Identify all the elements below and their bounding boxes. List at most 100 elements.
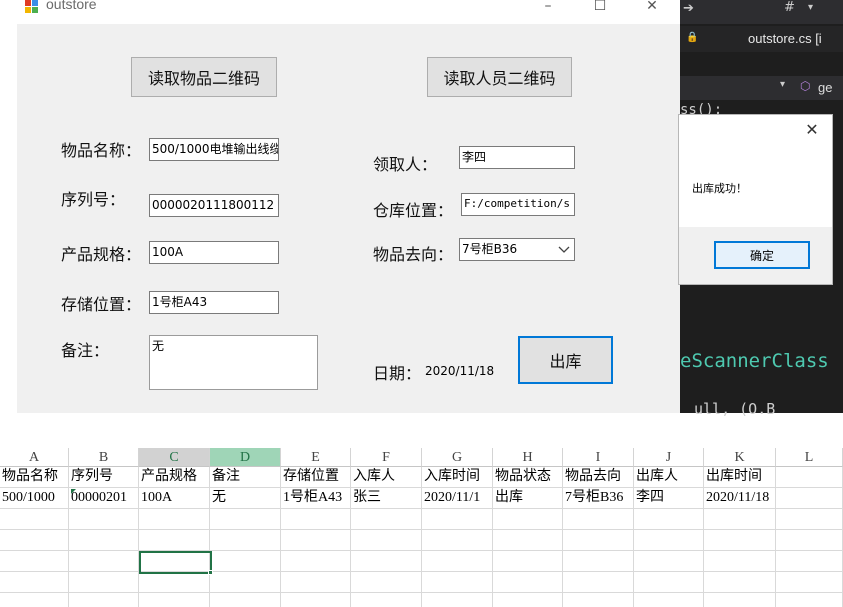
header-row-cell[interactable]: 备注 [210,467,281,488]
empty-cell[interactable] [776,572,843,593]
column-header-f[interactable]: F [351,448,422,467]
column-header-g[interactable]: G [422,448,493,467]
empty-cell[interactable] [281,530,351,551]
toolbar-dropdown-icon[interactable]: ▾ [808,2,813,13]
header-row-cell[interactable] [776,467,843,488]
empty-cell[interactable] [776,551,843,572]
empty-cell[interactable] [704,551,776,572]
data-row-cell[interactable] [776,488,843,509]
header-row-cell[interactable]: 出库人 [634,467,704,488]
header-row-cell[interactable]: 序列号 [69,467,139,488]
close-icon[interactable]: ✕ [804,120,820,139]
data-row-cell[interactable]: 00000201 [69,488,139,509]
header-row-cell[interactable]: 物品名称 [0,467,69,488]
empty-cell[interactable] [210,572,281,593]
empty-cell[interactable] [704,572,776,593]
column-header-h[interactable]: H [493,448,563,467]
serial-input[interactable]: 0000020111800112 [149,194,279,217]
spec-input[interactable]: 100A [149,241,279,264]
fill-handle[interactable] [208,570,213,575]
data-row-cell[interactable]: 1号柜A43 [281,488,351,509]
ide-nav-text[interactable]: ge [818,80,832,95]
empty-cell[interactable] [281,593,351,607]
empty-cell[interactable] [69,572,139,593]
minimize-button[interactable]: – [538,0,558,14]
empty-cell[interactable] [776,509,843,530]
header-row-cell[interactable]: 出库时间 [704,467,776,488]
empty-cell[interactable] [139,530,210,551]
data-row-cell[interactable]: 2020/11/1 [422,488,493,509]
column-header-a[interactable]: A [0,448,69,467]
empty-cell[interactable] [776,593,843,607]
active-cell[interactable] [139,551,212,574]
empty-cell[interactable] [493,572,563,593]
read-item-qr-button[interactable]: 读取物品二维码 [131,57,277,97]
empty-cell[interactable] [69,530,139,551]
empty-cell[interactable] [493,530,563,551]
empty-cell[interactable] [351,572,422,593]
empty-cell[interactable] [210,593,281,607]
data-row-cell[interactable]: 100A [139,488,210,509]
header-row-cell[interactable]: 入库人 [351,467,422,488]
column-header-k[interactable]: K [704,448,776,467]
chevron-down-icon[interactable] [558,246,570,254]
empty-cell[interactable] [281,551,351,572]
data-row-cell[interactable]: 张三 [351,488,422,509]
empty-cell[interactable] [493,509,563,530]
empty-cell[interactable] [422,572,493,593]
empty-cell[interactable] [139,572,210,593]
empty-cell[interactable] [0,551,69,572]
empty-cell[interactable] [281,572,351,593]
empty-cell[interactable] [210,530,281,551]
empty-cell[interactable] [634,572,704,593]
nav-dropdown-icon[interactable]: ▾ [780,79,785,90]
item-name-input[interactable]: 500/1000电堆输出线缆 [149,138,279,161]
header-row-cell[interactable]: 物品状态 [493,467,563,488]
maximize-button[interactable]: ☐ [590,0,610,14]
empty-cell[interactable] [704,509,776,530]
ok-button[interactable]: 确定 [714,241,810,269]
empty-cell[interactable] [422,530,493,551]
outbound-button[interactable]: 出库 [518,336,613,384]
column-header-e[interactable]: E [281,448,351,467]
data-row-cell[interactable]: 无 [210,488,281,509]
empty-cell[interactable] [704,593,776,607]
empty-cell[interactable] [563,509,634,530]
empty-cell[interactable] [0,593,69,607]
empty-cell[interactable] [351,530,422,551]
empty-cell[interactable] [634,530,704,551]
empty-cell[interactable] [69,551,139,572]
empty-cell[interactable] [563,551,634,572]
empty-cell[interactable] [0,530,69,551]
empty-cell[interactable] [493,593,563,607]
empty-cell[interactable] [351,593,422,607]
empty-cell[interactable] [139,509,210,530]
empty-cell[interactable] [422,551,493,572]
header-row-cell[interactable]: 存储位置 [281,467,351,488]
column-header-b[interactable]: B [69,448,139,467]
arrow-right-icon[interactable]: ➔ [683,1,694,16]
empty-cell[interactable] [210,509,281,530]
column-header-c[interactable]: C [139,448,210,467]
header-row-cell[interactable]: 产品规格 [139,467,210,488]
empty-cell[interactable] [351,551,422,572]
ide-tab-label[interactable]: outstore.cs [i [748,31,822,46]
read-person-qr-button[interactable]: 读取人员二维码 [427,57,572,97]
empty-cell[interactable] [776,530,843,551]
empty-cell[interactable] [422,593,493,607]
empty-cell[interactable] [0,572,69,593]
empty-cell[interactable] [281,509,351,530]
empty-cell[interactable] [563,593,634,607]
storage-input[interactable]: 1号柜A43 [149,291,279,314]
column-header-j[interactable]: J [634,448,704,467]
column-header-l[interactable]: L [776,448,843,467]
empty-cell[interactable] [351,509,422,530]
empty-cell[interactable] [69,593,139,607]
empty-cell[interactable] [704,530,776,551]
header-row-cell[interactable]: 物品去向 [563,467,634,488]
empty-cell[interactable] [493,551,563,572]
receiver-input[interactable]: 李四 [459,146,575,169]
data-row-cell[interactable]: 李四 [634,488,704,509]
empty-cell[interactable] [69,509,139,530]
column-header-d[interactable]: D [210,448,281,467]
